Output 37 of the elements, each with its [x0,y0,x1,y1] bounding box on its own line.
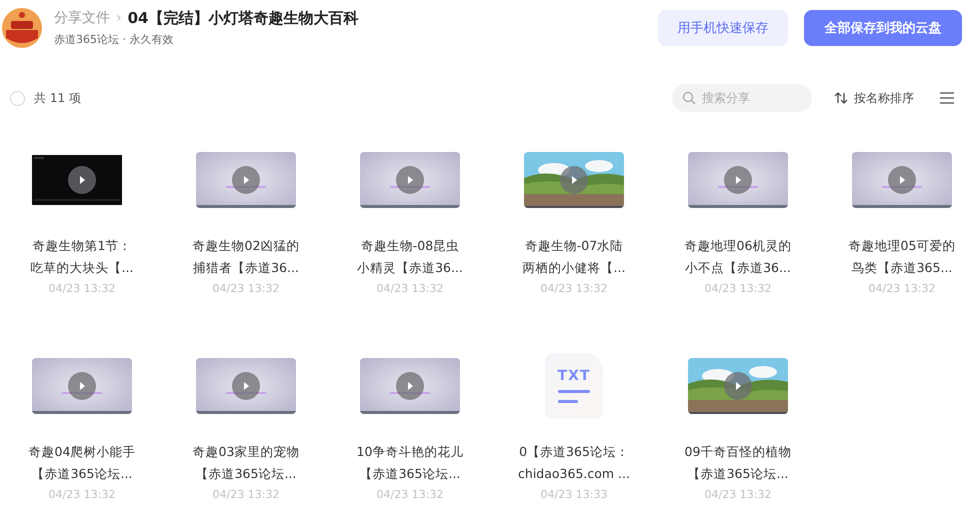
file-name[interactable]: 奇趣03家里的宠物 【赤道365论坛... [192,441,300,485]
save-all-button[interactable]: 全部保存到我的云盘 [804,10,962,46]
file-date: 04/23 13:32 [212,487,280,503]
mobile-save-button[interactable]: 用手机快速保存 [658,10,788,46]
file-name[interactable]: 奇趣地理06机灵的 小不点【赤道36... [684,235,792,279]
file-name[interactable]: 奇趣生物-08昆虫 小精灵【赤道36... [357,235,463,279]
search-field[interactable]: 搜索分享 [672,84,812,112]
file-date: 04/23 13:32 [704,281,772,297]
item-count: 共 11 项 [34,90,81,106]
sort-button[interactable]: 按名称排序 [834,90,914,106]
file-name[interactable]: 奇趣生物02凶猛的 捕猎者【赤道36... [192,235,300,279]
file-date: 04/23 13:32 [48,487,116,503]
menu-button[interactable] [940,92,954,104]
file-name[interactable]: 奇趣04爬树小能手 【赤道365论坛... [28,441,136,485]
select-all-checkbox[interactable] [10,90,25,106]
file-date: 04/23 13:32 [868,281,936,297]
file-name[interactable]: 奇趣生物-07水陆 两栖的小健将【... [522,235,626,279]
file-date: 04/23 13:32 [376,487,444,503]
owner-info: 赤道365论坛 · 永久有效 [54,32,174,46]
file-date: 04/23 13:32 [376,281,444,297]
file-date: 04/23 13:32 [540,281,608,297]
breadcrumb-separator: › [116,10,122,26]
search-icon [682,91,696,105]
file-date: 04/23 13:32 [704,487,772,503]
file-date: 04/23 13:32 [212,281,280,297]
folder-title: 04【完结】小灯塔奇趣生物大百科 [128,8,358,28]
file-name[interactable]: 10争奇斗艳的花儿 【赤道365论坛... [356,441,464,485]
play-icon[interactable] [68,166,96,194]
sort-icon [834,92,848,104]
file-name[interactable]: 09千奇百怪的植物 【赤道365论坛... [684,441,792,485]
file-name[interactable]: 奇趣生物第1节： 吃草的大块头【... [30,235,134,279]
file-name[interactable]: 0【赤道365论坛： chidao365.com ... [518,441,630,485]
logo-icon [2,8,42,48]
file-date: 04/23 13:33 [540,487,608,503]
file-date: 04/23 13:32 [48,281,116,297]
menu-icon [940,92,954,104]
file-name[interactable]: 奇趣地理05可爱的 鸟类【赤道365... [848,235,956,279]
